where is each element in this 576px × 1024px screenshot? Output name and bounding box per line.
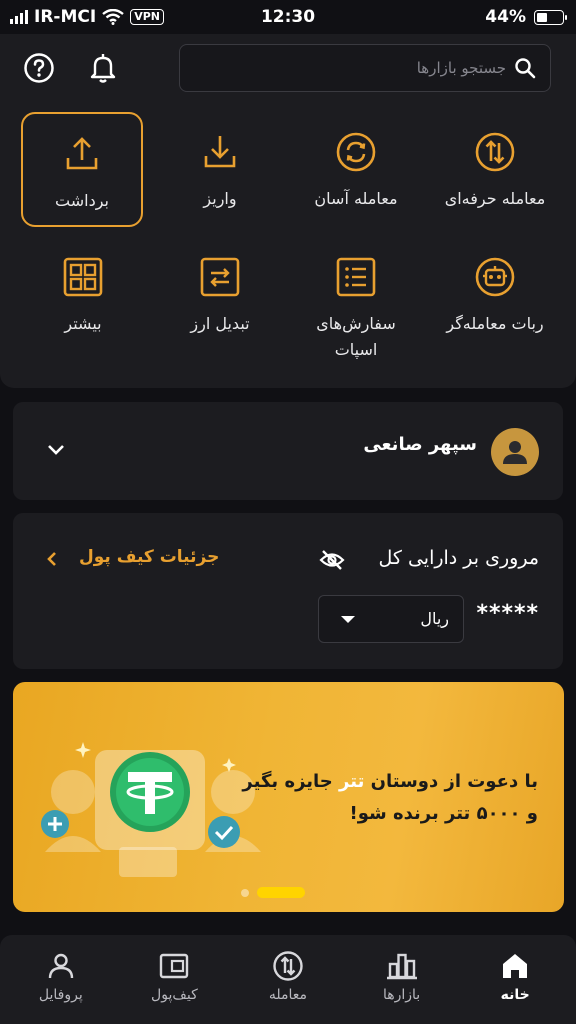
search-input[interactable]: جستجو بازارها bbox=[179, 44, 551, 92]
tab-profile[interactable]: پروفایل bbox=[11, 935, 111, 1024]
bell-icon bbox=[90, 54, 116, 83]
carousel-dots bbox=[241, 887, 305, 898]
swap-icon bbox=[473, 130, 517, 174]
banner-line1-post: جایزه بگیر bbox=[242, 771, 333, 792]
markets-icon bbox=[386, 953, 417, 980]
help-icon bbox=[24, 53, 54, 83]
deposit-label: واریز bbox=[203, 189, 237, 208]
user-name: سپهر صانعی bbox=[363, 434, 477, 455]
help-button[interactable] bbox=[21, 50, 57, 86]
spot-orders-line2: اسپات bbox=[334, 340, 378, 359]
tab-trade-label: معامله bbox=[268, 987, 308, 1003]
upload-icon bbox=[60, 132, 104, 176]
promo-banner[interactable]: با دعوت از دوستان تتر جایزه بگیر و ۵۰۰۰ … bbox=[13, 682, 564, 912]
vpn-badge: VPN bbox=[130, 9, 164, 25]
tab-home[interactable]: خانه bbox=[465, 935, 565, 1024]
bottom-tab-bar: پروفایل کیف‌پول معامله بازارها خانه bbox=[0, 935, 576, 1024]
tab-markets[interactable]: بازارها bbox=[352, 935, 452, 1024]
user-card[interactable]: سپهر صانعی bbox=[13, 402, 563, 500]
status-bar: IR-MCI VPN 12:30 44% bbox=[0, 0, 576, 34]
pro-trade-label: معامله حرفه‌ای bbox=[444, 189, 546, 208]
carousel-dot-active[interactable] bbox=[257, 887, 305, 898]
carousel-dot[interactable] bbox=[241, 888, 249, 897]
deposit-action[interactable]: واریز bbox=[160, 130, 280, 212]
convert-label: تبدیل ارز bbox=[190, 314, 250, 333]
trade-icon bbox=[273, 951, 303, 981]
battery-level bbox=[537, 12, 547, 22]
search-placeholder: جستجو بازارها bbox=[416, 59, 506, 77]
convert-action[interactable]: تبدیل ارز bbox=[160, 255, 280, 337]
sync-icon bbox=[334, 130, 378, 174]
tab-trade[interactable]: معامله bbox=[238, 935, 338, 1024]
wifi-icon bbox=[102, 9, 124, 25]
banner-line2: و ۵۰۰۰ تتر برنده شو! bbox=[349, 803, 538, 824]
signal-icon bbox=[10, 10, 28, 24]
wallet-icon bbox=[160, 953, 189, 979]
user-icon bbox=[48, 953, 73, 979]
tab-profile-label: پروفایل bbox=[38, 987, 83, 1003]
withdraw-action[interactable]: برداشت bbox=[21, 112, 143, 227]
more-action[interactable]: بیشتر bbox=[23, 255, 143, 337]
chevron-down-icon[interactable] bbox=[47, 444, 65, 456]
battery-percent: 44% bbox=[485, 7, 526, 27]
banner-line1: با دعوت از دوستان تتر جایزه بگیر bbox=[242, 766, 538, 798]
easy-trade-label: معامله آسان bbox=[314, 189, 398, 208]
wallet-details-link[interactable]: جزئیات کیف پول bbox=[79, 547, 219, 567]
banner-text: با دعوت از دوستان تتر جایزه بگیر و ۵۰۰۰ … bbox=[242, 766, 538, 830]
spot-orders-label: سفارش‌های اسپات bbox=[296, 311, 416, 363]
tab-wallet-label: کیف‌پول bbox=[151, 987, 198, 1003]
carrier-name: IR-MCI bbox=[34, 7, 97, 27]
notifications-button[interactable] bbox=[85, 50, 121, 86]
download-icon bbox=[198, 130, 242, 174]
avatar bbox=[491, 428, 539, 476]
chevron-left-icon[interactable] bbox=[47, 551, 57, 567]
robot-icon bbox=[473, 255, 517, 299]
banner-line1-pre: با دعوت از دوستان bbox=[370, 771, 538, 792]
banner-highlight: تتر bbox=[339, 771, 365, 792]
search-icon bbox=[515, 58, 536, 79]
masked-balance: ***** bbox=[476, 601, 539, 626]
dropdown-arrow-icon bbox=[341, 616, 355, 623]
home-icon bbox=[503, 954, 528, 978]
exchange-icon bbox=[198, 255, 242, 299]
spot-orders-line1: سفارش‌های bbox=[316, 314, 396, 333]
pro-trade-action[interactable]: معامله حرفه‌ای bbox=[435, 130, 555, 212]
tab-markets-label: بازارها bbox=[382, 987, 421, 1003]
trading-bot-action[interactable]: ربات معامله‌گر bbox=[435, 255, 555, 337]
easy-trade-action[interactable]: معامله آسان bbox=[296, 130, 416, 212]
list-icon bbox=[334, 255, 378, 299]
spot-orders-action[interactable]: سفارش‌های اسپات bbox=[296, 255, 416, 363]
tab-home-label: خانه bbox=[500, 987, 530, 1003]
currency-value: ریال bbox=[420, 609, 449, 628]
eye-off-icon[interactable] bbox=[319, 549, 345, 571]
tab-wallet[interactable]: کیف‌پول bbox=[124, 935, 224, 1024]
battery-icon bbox=[534, 9, 567, 25]
withdraw-label: برداشت bbox=[55, 191, 109, 210]
tether-illustration bbox=[41, 742, 261, 877]
grid-icon bbox=[61, 255, 105, 299]
more-label: بیشتر bbox=[64, 314, 102, 333]
assets-card: مروری بر دارایی کل جزئیات کیف پول ***** … bbox=[13, 513, 563, 669]
trading-bot-label: ربات معامله‌گر bbox=[446, 314, 544, 333]
assets-title: مروری بر دارایی کل bbox=[378, 547, 539, 569]
user-avatar-icon bbox=[503, 441, 527, 464]
currency-select[interactable]: ریال bbox=[318, 595, 464, 643]
